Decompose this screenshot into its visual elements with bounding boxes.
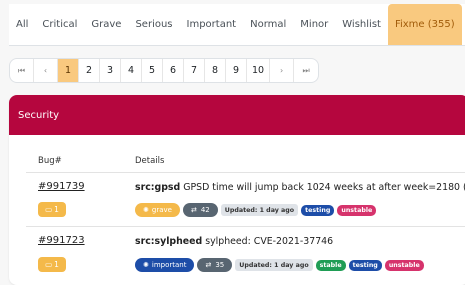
tab-all[interactable]: All [9,4,35,45]
page-9[interactable]: 9 [226,59,247,82]
tab-important[interactable]: Important [180,4,244,45]
tab-fixme[interactable]: Fixme (355) [387,4,462,45]
severity-badge: ✺ grave [135,203,180,217]
last-page-icon[interactable]: ⏭ [294,59,318,82]
bug-badges: ✺ grave ⇄ 42 Updated: 1 day ago testing … [135,203,377,217]
bug-link[interactable]: #991723 [38,235,85,246]
column-bug: Bug# [38,156,62,166]
merged-badge: ⇄ 42 [182,203,218,217]
severity-label: grave [151,206,172,214]
merge-icon: ⇄ [205,261,212,269]
column-details: Details [135,156,165,166]
card-header: Security [9,95,465,135]
bug-link[interactable]: #991739 [38,181,85,192]
tag-testing: testing [301,204,335,216]
updated-badge: Updated: 1 day ago [235,259,313,271]
merged-count: 35 [215,261,225,269]
merge-icon: ⇄ [190,206,197,214]
page-10[interactable]: 10 [247,59,271,82]
tab-critical[interactable]: Critical [35,4,84,45]
page-2[interactable]: 2 [79,59,100,82]
card-title: Security [18,109,60,121]
page-1[interactable]: 1 [58,59,79,82]
pagination: ⏮ ‹ 1 2 3 4 5 6 7 8 9 10 › ⏭ [9,58,320,83]
comment-count: 1 [54,205,59,214]
merged-badge: ⇄ 35 [197,258,233,272]
tag-stable: stable [315,259,346,271]
tab-minor[interactable]: Minor [293,4,335,45]
divider [26,172,465,173]
page-5[interactable]: 5 [142,59,163,82]
tag-unstable: unstable [384,259,424,271]
previous-page-icon[interactable]: ‹ [34,59,58,82]
comment-icon: ▭ [45,205,53,214]
first-page-icon[interactable]: ⏮ [10,59,34,82]
fire-icon: ✺ [143,206,149,214]
package-name: src:sylpheed [135,236,203,247]
security-card: Security Bug# Details #991739 src:gpsd G… [9,95,465,285]
fire-icon: ✺ [143,261,149,269]
divider [26,226,465,227]
severity-tabs: All Critical Grave Serious Important Nor… [9,4,465,46]
page-4[interactable]: 4 [121,59,142,82]
bug-description: GPSD time will jump back 1024 weeks at a… [183,182,465,193]
next-page-icon[interactable]: › [270,59,295,82]
comment-icon: ▭ [45,260,53,269]
tag-testing: testing [348,259,382,271]
tag-unstable: unstable [337,204,377,216]
merged-count: 42 [200,206,210,214]
comments-badge[interactable]: ▭ 1 [38,257,66,272]
page-8[interactable]: 8 [205,59,226,82]
tab-wishlist[interactable]: Wishlist [335,4,388,45]
page-3[interactable]: 3 [100,59,121,82]
bug-badges: ✺ important ⇄ 35 Updated: 1 day ago stab… [135,258,424,272]
updated-badge: Updated: 1 day ago [220,204,299,216]
severity-badge: ✺ important [135,258,195,272]
bug-title: src:gpsd GPSD time will jump back 1024 w… [135,182,465,193]
tab-serious[interactable]: Serious [128,4,179,45]
package-name: src:gpsd [135,182,181,193]
bug-title: src:sylpheed sylpheed: CVE-2021-37746 [135,236,333,247]
bug-description: sylpheed: CVE-2021-37746 [205,236,334,247]
tab-normal[interactable]: Normal [243,4,293,45]
comment-count: 1 [54,260,59,269]
severity-label: important [151,261,187,269]
page-6[interactable]: 6 [163,59,184,82]
page-7[interactable]: 7 [184,59,205,82]
tab-grave[interactable]: Grave [84,4,128,45]
comments-badge[interactable]: ▭ 1 [38,202,66,217]
